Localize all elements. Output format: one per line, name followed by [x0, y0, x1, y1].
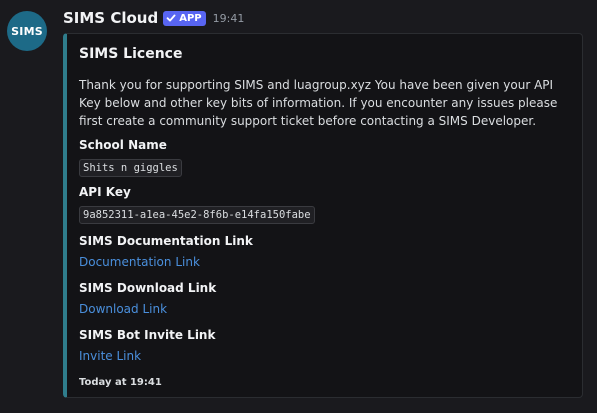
- field-name: School Name: [79, 138, 167, 152]
- message-timestamp[interactable]: 19:41: [213, 12, 245, 25]
- invite-link[interactable]: Invite Link: [79, 349, 141, 363]
- documentation-link[interactable]: Documentation Link: [79, 255, 200, 269]
- field-school-name: School Name Shits n giggles: [79, 137, 568, 177]
- field-name: API Key: [79, 185, 131, 199]
- app-badge: APP: [163, 10, 206, 26]
- field-invite-link: SIMS Bot Invite Link Invite Link: [79, 327, 568, 365]
- app-badge-label: APP: [179, 12, 202, 24]
- download-link[interactable]: Download Link: [79, 302, 167, 316]
- embed-footer-timestamp: Today at 19:41: [79, 377, 162, 388]
- api-key-value[interactable]: 9a852311-a1ea-45e2-8f6b-e14fa150fabe: [79, 206, 315, 224]
- licence-embed: SIMS Licence Thank you for supporting SI…: [63, 33, 583, 398]
- checkmark-icon: [166, 14, 176, 22]
- field-name: SIMS Documentation Link: [79, 234, 253, 248]
- field-api-key: API Key 9a852311-a1ea-45e2-8f6b-e14fa150…: [79, 184, 568, 224]
- chat-message: SIMS SIMS Cloud APP 19:41 SIMS Licence T…: [0, 0, 597, 413]
- field-name: SIMS Download Link: [79, 281, 217, 295]
- embed-description: Thank you for supporting SIMS and luagro…: [79, 78, 558, 128]
- school-name-value: Shits n giggles: [79, 159, 182, 177]
- avatar[interactable]: SIMS: [7, 11, 47, 51]
- embed-title: SIMS Licence: [79, 46, 183, 62]
- message-header: SIMS Cloud APP 19:41: [63, 9, 244, 27]
- avatar-logo-text: SIMS: [11, 24, 43, 38]
- field-documentation-link: SIMS Documentation Link Documentation Li…: [79, 233, 568, 271]
- author-name[interactable]: SIMS Cloud: [63, 9, 158, 27]
- field-download-link: SIMS Download Link Download Link: [79, 280, 568, 318]
- field-name: SIMS Bot Invite Link: [79, 328, 216, 342]
